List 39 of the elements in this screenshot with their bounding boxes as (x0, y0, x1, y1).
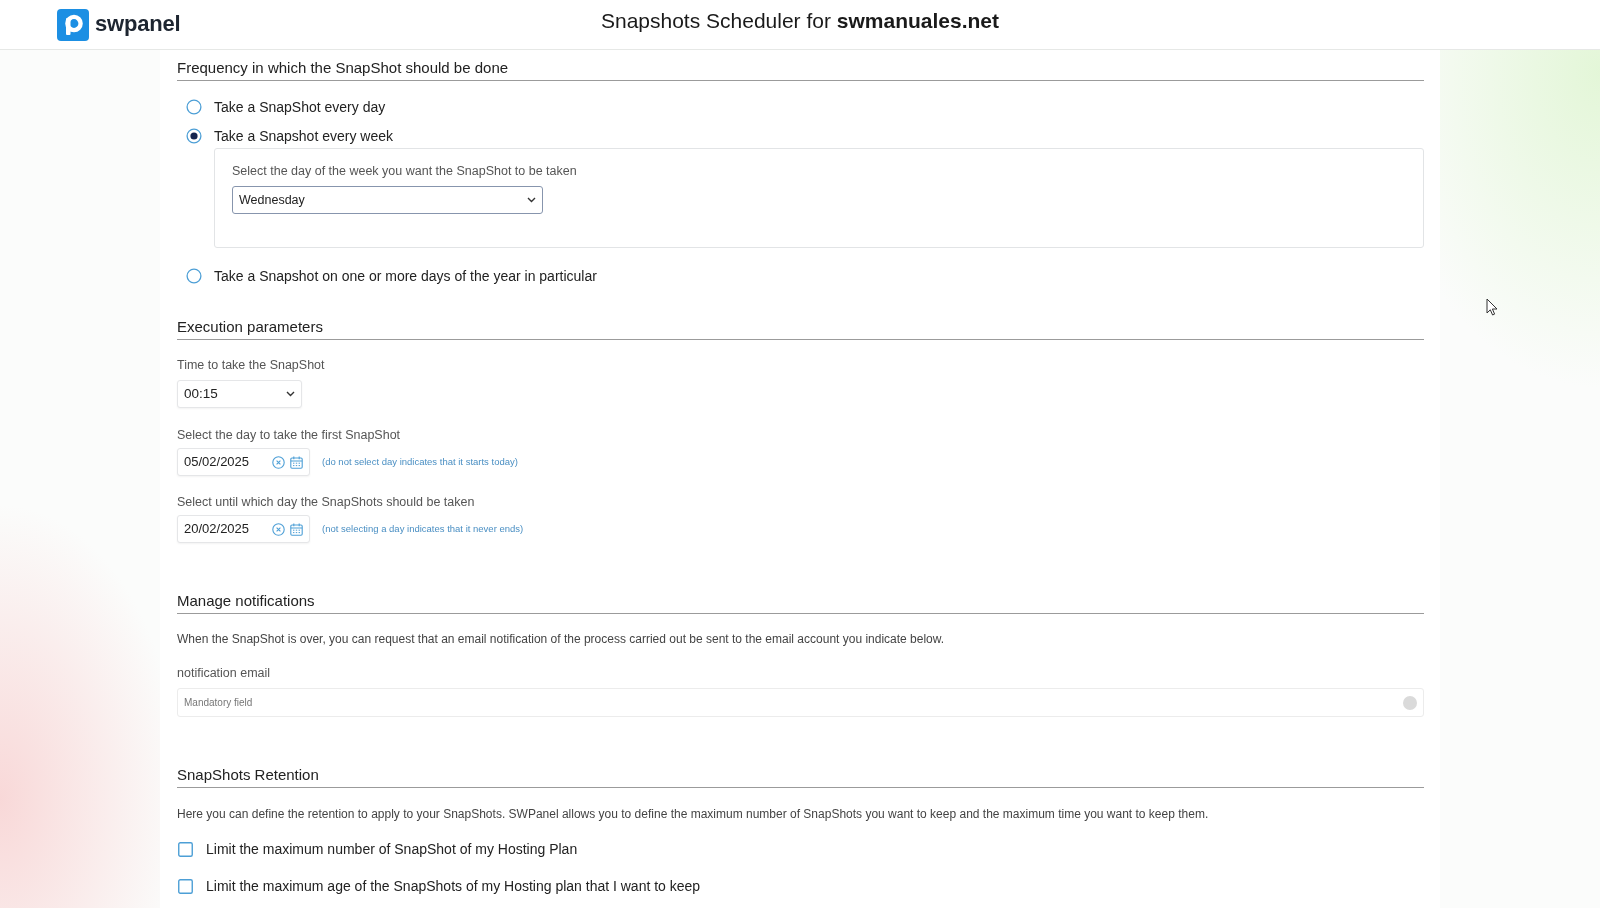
field-label: Select the day to take the first SnapShot (177, 427, 401, 443)
mouse-pointer-icon (1486, 298, 1498, 316)
description-text: Here you can define the retention to apply to your SnapShots. SWPanel allows you to define the maximum number of SnapShots you want to keep and the maximum time you want to keep them. (177, 806, 1209, 822)
radio-button[interactable] (186, 268, 202, 284)
chevron-down-icon (527, 197, 536, 203)
option-label[interactable]: Take a Snapshot every week (214, 127, 393, 145)
calendar-icon[interactable] (290, 522, 303, 536)
option-label[interactable]: Limit the maximum number of SnapShot of my Hosting Plan (206, 840, 578, 858)
field-label: Select until which day the SnapShots should be taken (177, 494, 475, 510)
field-label: Time to take the SnapShot (177, 357, 325, 373)
calendar-icon[interactable] (290, 455, 303, 469)
section-heading: Execution parameters (177, 318, 323, 336)
email-field[interactable]: Mandatory field (177, 688, 1424, 717)
hint-text: (do not select day indicates that it starts today) (322, 456, 518, 468)
date-field[interactable]: 05/02/2025 (177, 448, 310, 476)
field-label: notification email (177, 665, 271, 681)
brand-name: swpanel (95, 11, 181, 38)
field-label: Select the day of the week you want the SnapShot to be taken (232, 163, 577, 179)
clear-icon[interactable] (272, 522, 285, 536)
radio-button[interactable] (186, 99, 202, 115)
page-title: Snapshots Scheduler for swmanuales.net (600, 7, 999, 34)
section-heading: Frequency in which the SnapShot should be done (177, 59, 509, 77)
weekday-select[interactable]: Wednesday (232, 186, 543, 214)
section-heading: Manage notifications (177, 592, 315, 610)
description-text: When the SnapShot is over, you can request that an email notification of the process carried out be sent to the email account you indicate below. (177, 631, 945, 647)
date-field[interactable]: 20/02/2025 (177, 515, 310, 543)
clear-icon[interactable] (272, 455, 285, 469)
chevron-down-icon (286, 391, 295, 397)
option-label[interactable]: Limit the maximum age of the SnapShots of my Hosting plan that I want to keep (206, 877, 701, 895)
option-label[interactable]: Take a Snapshot on one or more days of the year in particular (214, 267, 597, 285)
logo-icon (57, 8, 89, 41)
checkbox[interactable] (178, 878, 193, 894)
hint-text: (not selecting a day indicates that it never ends) (322, 523, 524, 535)
section-heading: SnapShots Retention (177, 766, 319, 784)
checkbox[interactable] (178, 841, 193, 857)
time-select[interactable]: 00:15 (177, 380, 302, 408)
option-label[interactable]: Take a SnapShot every day (214, 98, 386, 116)
dot-icon (1403, 695, 1417, 710)
radio-button[interactable] (186, 128, 202, 144)
